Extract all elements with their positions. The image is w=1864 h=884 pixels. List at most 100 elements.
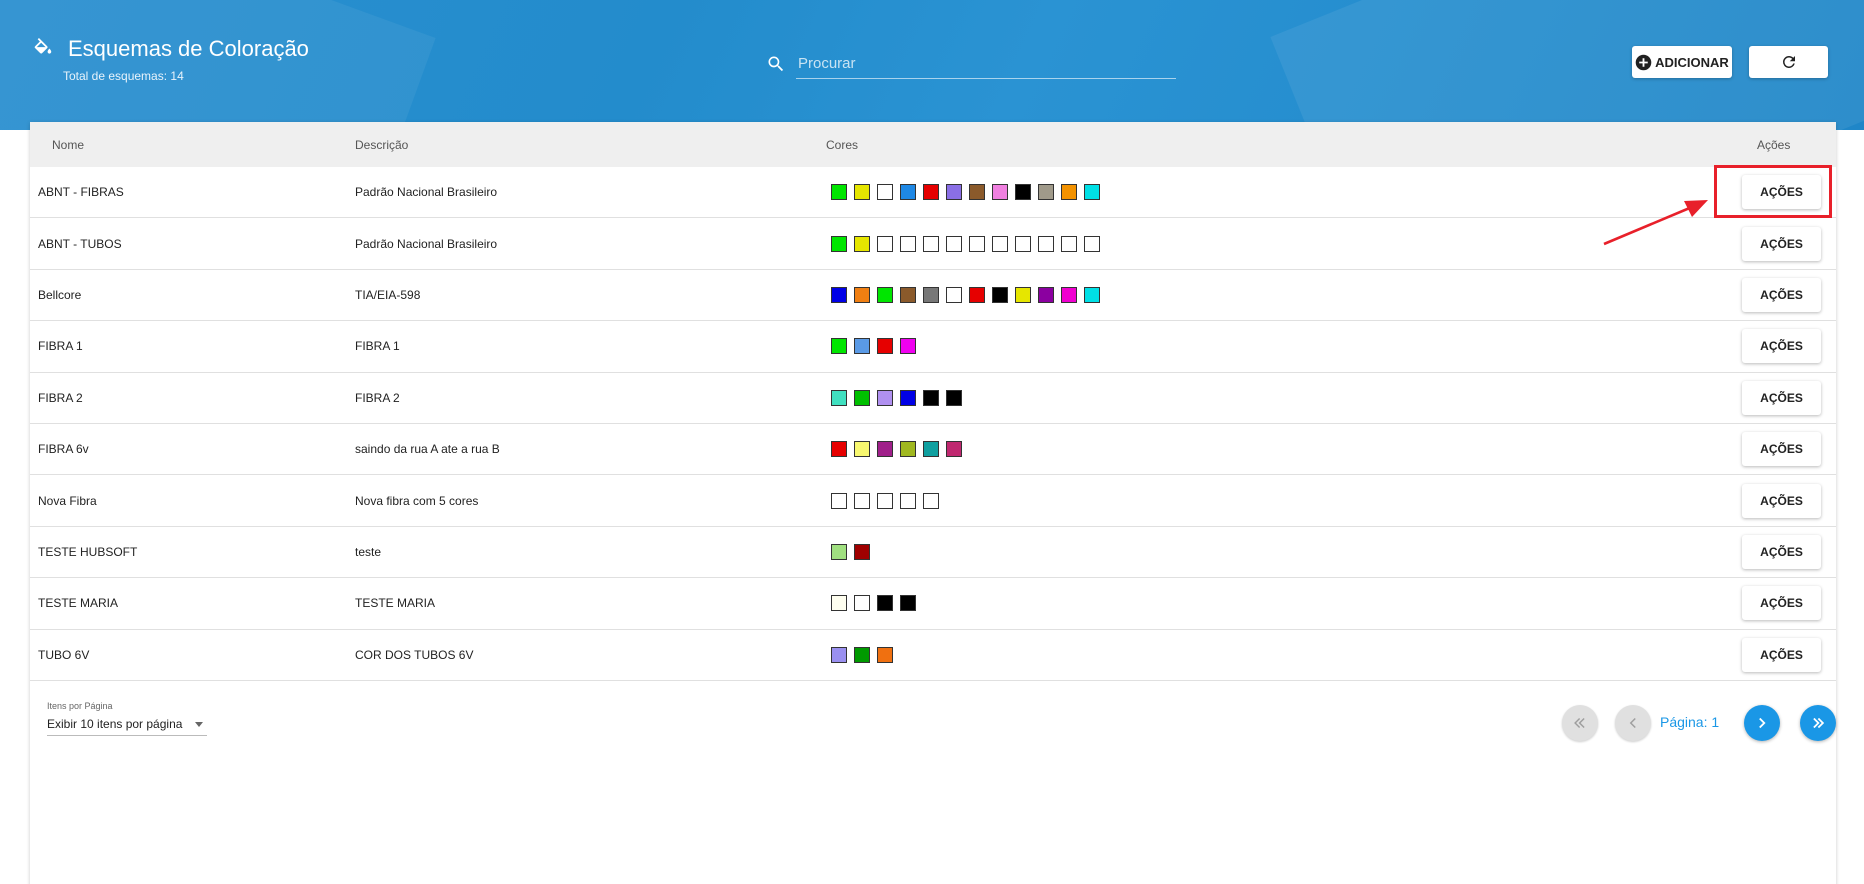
scheme-description: teste [355, 544, 382, 559]
page-title: Esquemas de Coloração [68, 36, 309, 61]
scheme-colors [831, 184, 1100, 201]
color-swatch [854, 184, 870, 201]
add-button[interactable]: ADICIONAR [1632, 46, 1732, 78]
color-swatch [831, 389, 847, 406]
scheme-description: TIA/EIA-598 [355, 287, 421, 302]
actions-button[interactable]: AÇÕES [1742, 277, 1821, 312]
next-page-button[interactable] [1744, 704, 1780, 741]
column-header-description: Descrição [355, 137, 409, 152]
actions-button[interactable]: AÇÕES [1742, 586, 1821, 621]
table-row: FIBRA 2 FIBRA 2 AÇÕES [30, 373, 1836, 424]
color-swatch [900, 492, 916, 509]
actions-button[interactable]: AÇÕES [1742, 534, 1821, 569]
color-swatch [877, 338, 893, 355]
schemes-table-card: Nome Descrição Cores Ações ABNT - FIBRAS… [30, 122, 1836, 884]
color-swatch [1084, 184, 1100, 201]
scheme-name: TESTE HUBSOFT [38, 544, 138, 559]
actions-button[interactable]: AÇÕES [1742, 483, 1821, 518]
color-swatch [831, 543, 847, 560]
actions-button[interactable]: AÇÕES [1742, 637, 1821, 672]
color-swatch [831, 646, 847, 663]
column-header-actions: Ações [1757, 137, 1791, 152]
color-swatch [831, 441, 847, 458]
scheme-name: Nova Fibra [38, 493, 97, 508]
color-swatch [946, 389, 962, 406]
scheme-colors [831, 595, 916, 612]
scheme-colors [831, 286, 1100, 303]
color-swatch [923, 441, 939, 458]
color-swatch [946, 441, 962, 458]
table-footer: Itens por Página Exibir 10 itens por pág… [30, 681, 1836, 801]
scheme-name: FIBRA 1 [38, 339, 83, 354]
actions-button[interactable]: AÇÕES [1742, 329, 1821, 364]
color-swatch [854, 646, 870, 663]
actions-button[interactable]: AÇÕES [1742, 226, 1821, 261]
previous-page-button[interactable] [1615, 704, 1651, 741]
scheme-colors [831, 646, 893, 663]
color-swatch [854, 286, 870, 303]
color-swatch [854, 441, 870, 458]
double-chevron-left-icon [1574, 717, 1585, 728]
color-swatch [877, 441, 893, 458]
color-swatch [923, 492, 939, 509]
color-swatch [877, 492, 893, 509]
paint-bucket-icon [34, 38, 52, 54]
items-per-page-label: Itens por Página [47, 700, 113, 711]
color-swatch [854, 595, 870, 612]
actions-button[interactable]: AÇÕES [1742, 380, 1821, 415]
actions-button[interactable]: AÇÕES [1742, 432, 1821, 467]
color-swatch [969, 286, 985, 303]
scheme-colors [831, 338, 916, 355]
scheme-colors [831, 543, 870, 560]
table-row: FIBRA 6v saindo da rua A ate a rua B AÇÕES [30, 424, 1836, 476]
color-swatch [923, 286, 939, 303]
color-swatch [923, 389, 939, 406]
column-header-colors: Cores [826, 137, 859, 152]
color-swatch [877, 646, 893, 663]
color-swatch [831, 286, 847, 303]
arrow-annotation-icon [1603, 200, 1708, 246]
scheme-name: FIBRA 6v [38, 442, 89, 457]
color-swatch [1015, 235, 1031, 252]
color-swatch [900, 338, 916, 355]
color-swatch [900, 595, 916, 612]
column-header-name: Nome [52, 137, 85, 152]
last-page-button[interactable] [1800, 704, 1836, 741]
scheme-name: ABNT - TUBOS [38, 236, 122, 251]
scheme-name: TUBO 6V [38, 647, 90, 662]
table-row: Bellcore TIA/EIA-598 AÇÕES [30, 270, 1836, 322]
chevron-down-icon [195, 721, 203, 727]
color-swatch [969, 235, 985, 252]
color-swatch [1084, 235, 1100, 252]
color-swatch [1015, 286, 1031, 303]
chevron-left-icon [1629, 717, 1636, 728]
search-input[interactable] [796, 49, 1176, 79]
color-swatch [900, 235, 916, 252]
scheme-name: ABNT - FIBRAS [38, 185, 124, 200]
color-swatch [831, 595, 847, 612]
refresh-button[interactable] [1749, 46, 1828, 78]
color-swatch [946, 184, 962, 201]
color-swatch [1061, 286, 1077, 303]
color-swatch [1038, 235, 1054, 252]
color-swatch [854, 543, 870, 560]
color-swatch [877, 235, 893, 252]
title-block: Esquemas de Coloração Total de esquemas:… [32, 36, 309, 83]
total-count: Total de esquemas: 14 [63, 69, 184, 83]
color-swatch [923, 184, 939, 201]
scheme-description: COR DOS TUBOS 6V [355, 647, 474, 662]
color-swatch [992, 184, 1008, 201]
color-swatch [992, 286, 1008, 303]
scheme-description: FIBRA 1 [355, 339, 400, 354]
color-swatch [831, 492, 847, 509]
color-swatch [1061, 235, 1077, 252]
first-page-button[interactable] [1562, 704, 1598, 741]
color-swatch [854, 389, 870, 406]
items-per-page-select[interactable]: Exibir 10 itens por página [47, 714, 207, 736]
color-swatch [831, 235, 847, 252]
scheme-name: Bellcore [38, 287, 82, 302]
scheme-description: TESTE MARIA [355, 596, 436, 611]
color-swatch [900, 389, 916, 406]
search-icon [768, 56, 784, 72]
table-row: FIBRA 1 FIBRA 1 AÇÕES [30, 321, 1836, 373]
